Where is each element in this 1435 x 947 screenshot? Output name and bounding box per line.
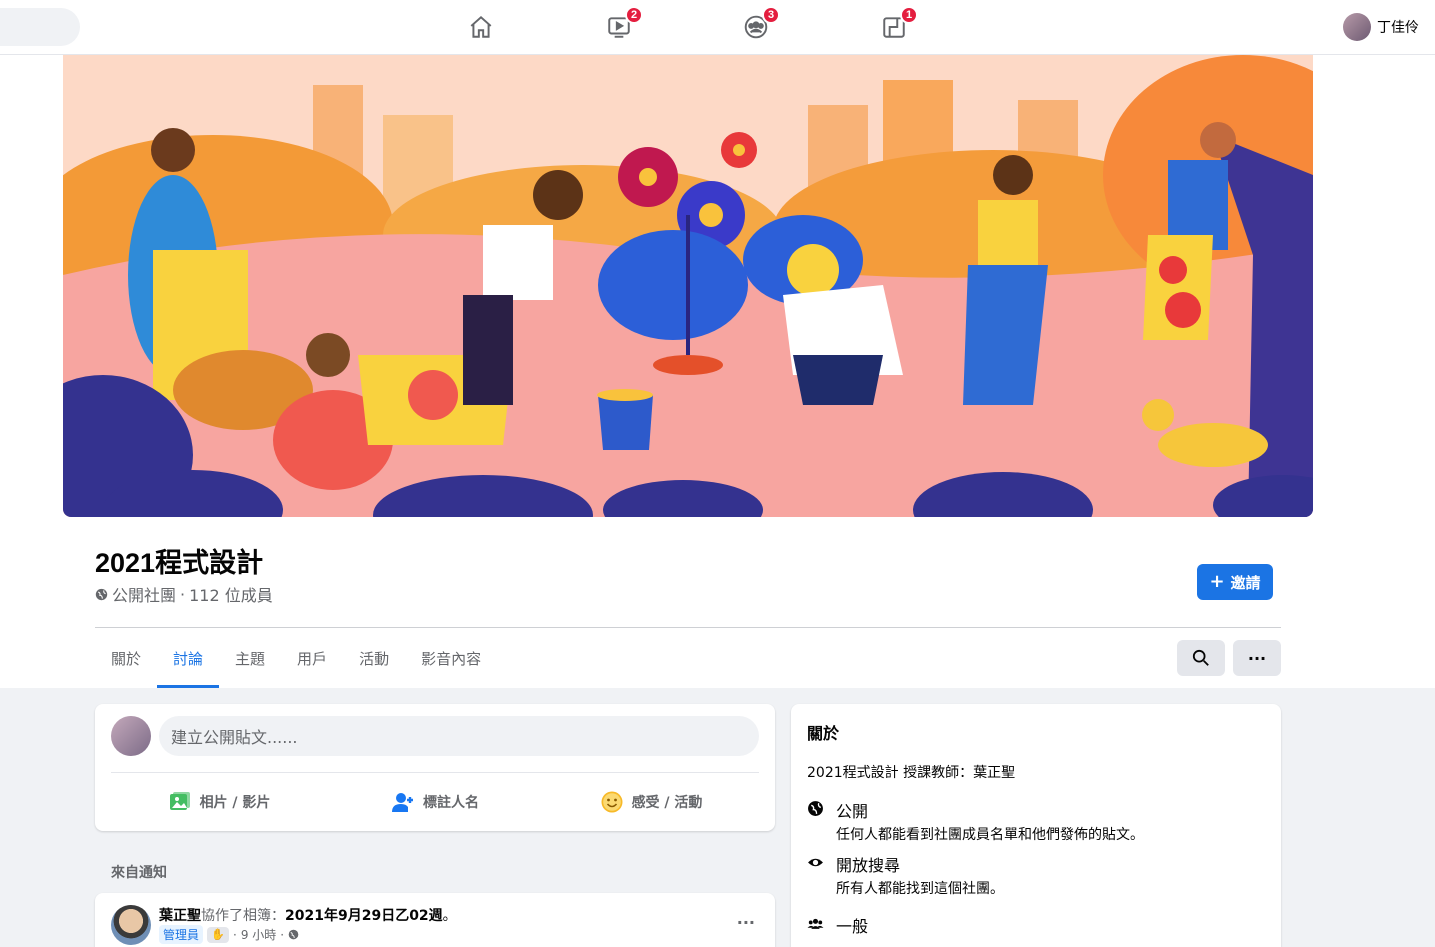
about-item-subtitle: 所有人都能找到這個社團。	[836, 881, 1004, 897]
ellipsis-icon: ···	[1247, 648, 1267, 668]
photo-video-button[interactable]: 相片 / 影片	[111, 782, 327, 822]
composer-actions: 相片 / 影片 標註人名 感受 / 活動	[111, 782, 759, 822]
top-nav: 2 3 1 丁佳伶	[0, 0, 1435, 55]
post-time[interactable]: 9 小時	[241, 926, 276, 943]
photo-video-label: 相片 / 影片	[199, 795, 271, 811]
globe-icon	[95, 588, 108, 600]
author-avatar[interactable]	[111, 905, 151, 945]
tab-events[interactable]: 活動	[343, 628, 405, 688]
home-icon[interactable]	[465, 10, 497, 44]
search-icon	[1192, 649, 1209, 666]
member-count[interactable]: 112 位成員	[189, 582, 273, 606]
notification-post: 葉正聖協作了相簿：2021年9月29日乙02週。 管理員 ✋ · 9 小時 · …	[95, 893, 775, 947]
create-post-input[interactable]: 建立公開貼文......	[159, 716, 759, 756]
post-headline: 葉正聖協作了相簿：2021年9月29日乙02週。	[159, 905, 457, 925]
tab-discussion[interactable]: 討論	[157, 628, 220, 688]
post-options-button[interactable]: ···	[737, 913, 755, 932]
about-title: 關於	[807, 724, 840, 743]
meta-dot: ·	[180, 584, 186, 604]
about-card: 關於 2021程式設計 授課教師：葉正聖 公開 任何人都能看到社團成員名單和他們…	[791, 704, 1281, 947]
groups-icon[interactable]: 3	[740, 6, 780, 44]
groups-badge: 3	[762, 6, 780, 24]
tag-people-icon	[392, 793, 413, 812]
album-name[interactable]: 2021年9月29日乙02週	[285, 908, 443, 924]
avatar	[111, 716, 151, 756]
invite-button[interactable]: + 邀請	[1197, 564, 1273, 600]
post-meta: 管理員 ✋ · 9 小時 ·	[159, 925, 299, 944]
gaming-badge: 1	[900, 6, 918, 24]
eye-icon	[808, 858, 823, 867]
post-action: 協作了相簿：	[201, 908, 285, 924]
group-title: 2021程式設計	[95, 548, 264, 578]
cover-photo	[63, 55, 1313, 517]
post-composer: 建立公開貼文...... 相片 / 影片 標註人名 感受 / 活動	[95, 704, 775, 831]
search-bar[interactable]	[0, 8, 80, 46]
meta-dot: ·	[233, 927, 237, 942]
video-icon[interactable]: 2	[603, 6, 643, 44]
more-options-button[interactable]: ···	[1233, 640, 1281, 676]
about-item-public: 公開 任何人都能看到社團成員名單和他們發佈的貼文。	[807, 798, 1144, 844]
video-badge: 2	[625, 6, 643, 24]
people-icon	[807, 918, 824, 929]
tab-about[interactable]: 關於	[95, 628, 157, 688]
globe-icon	[808, 801, 823, 816]
gaming-icon[interactable]: 1	[878, 6, 918, 44]
photo-icon	[169, 792, 190, 810]
about-item-title: 公開	[836, 802, 869, 821]
about-item-title: 開放搜尋	[836, 856, 901, 875]
plus-icon: +	[1209, 571, 1225, 592]
composer-divider	[111, 772, 759, 773]
search-button[interactable]	[1177, 640, 1225, 676]
tag-people-label: 標註人名	[423, 795, 479, 811]
feeling-activity-label: 感受 / 活動	[631, 795, 703, 811]
feeling-icon	[601, 791, 623, 813]
group-meta: 公開社團 · 112 位成員	[95, 582, 273, 606]
tab-people[interactable]: 用戶	[281, 628, 343, 688]
about-item-title: 一般	[836, 917, 869, 936]
tab-topics[interactable]: 主題	[219, 628, 281, 688]
group-header: 2021程式設計 公開社團 · 112 位成員 + 邀請 關於 討論 主題 用戶…	[0, 55, 1435, 688]
feeling-activity-button[interactable]: 感受 / 活動	[543, 782, 759, 822]
invite-label: 邀請	[1230, 573, 1261, 592]
wave-icon: ✋	[207, 926, 230, 943]
user-name: 丁佳伶	[1377, 20, 1419, 36]
author-name[interactable]: 葉正聖	[159, 908, 201, 924]
about-item-general: 一般	[807, 913, 868, 937]
profile-shortcut[interactable]: 丁佳伶	[1343, 13, 1419, 41]
admin-badge: 管理員	[159, 925, 204, 944]
post-suffix: 。	[442, 908, 457, 924]
about-item-subtitle: 任何人都能看到社團成員名單和他們發佈的貼文。	[836, 827, 1144, 843]
avatar	[1343, 13, 1371, 41]
tab-media[interactable]: 影音內容	[405, 628, 497, 688]
about-description: 2021程式設計 授課教師：葉正聖	[807, 765, 1016, 781]
group-privacy[interactable]: 公開社團	[112, 582, 176, 606]
meta-dot: ·	[280, 927, 285, 942]
notifications-label: 來自通知	[111, 865, 167, 881]
tag-people-button[interactable]: 標註人名	[327, 782, 543, 822]
group-tabs: 關於 討論 主題 用戶 活動 影音內容	[95, 628, 497, 688]
about-item-visible: 開放搜尋 所有人都能找到這個社團。	[807, 852, 1004, 898]
globe-icon	[288, 929, 299, 940]
